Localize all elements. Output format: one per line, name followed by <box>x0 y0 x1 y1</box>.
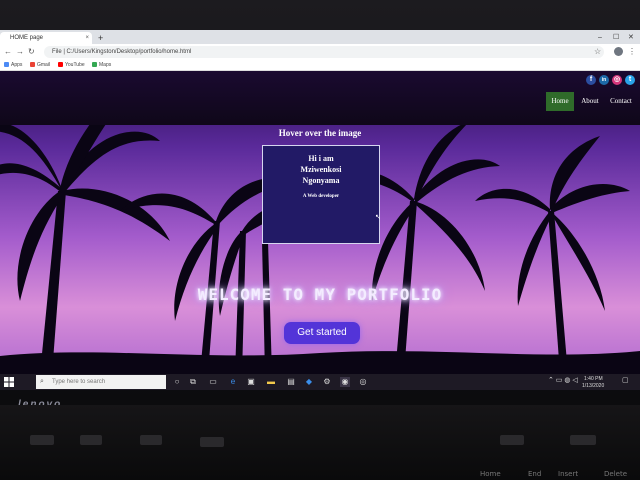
browser-tab[interactable]: HOME page × <box>0 32 92 44</box>
gmail-icon <box>30 62 35 68</box>
address-bar: ← → ↻ File | C:/Users/Kingston/Desktop/p… <box>0 44 640 60</box>
cortana-icon[interactable]: ○ <box>172 377 182 387</box>
key-end: End <box>528 470 542 478</box>
twitter-icon[interactable]: t <box>625 75 635 85</box>
instagram-icon[interactable]: ◎ <box>612 75 622 85</box>
app3-icon[interactable]: ◎ <box>358 377 368 387</box>
search-icon: ⌕ <box>40 378 44 385</box>
linkedin-icon[interactable]: in <box>599 75 609 85</box>
keyboard <box>0 405 640 480</box>
settings-icon[interactable]: ⚙ <box>322 377 332 387</box>
forward-icon[interactable]: → <box>16 46 24 58</box>
search-placeholder: Type here to search <box>52 379 106 385</box>
card-role: A Web developer <box>302 194 340 199</box>
windows-start-icon[interactable] <box>4 377 14 387</box>
key-insert: Insert <box>558 470 579 478</box>
reload-icon[interactable]: ↻ <box>28 46 35 58</box>
header-strip <box>0 71 640 125</box>
get-started-button[interactable]: Get started <box>284 322 360 344</box>
notification-icon[interactable]: ▢ <box>622 377 629 384</box>
file-explorer-icon[interactable]: ▬ <box>266 377 276 387</box>
tab-title: HOME page <box>10 35 44 41</box>
nav-about[interactable]: About <box>576 92 604 111</box>
profile-card[interactable]: Hi i am Mziwenkosi Ngonyama A Web develo… <box>262 145 381 244</box>
back-icon[interactable]: ← <box>4 46 12 58</box>
tab-bar: HOME page × + – ☐ ✕ <box>0 30 640 44</box>
app-icon[interactable]: ▭ <box>208 377 218 387</box>
nav-home[interactable]: Home <box>546 92 574 111</box>
close-window-icon[interactable]: ✕ <box>628 32 634 44</box>
profile-avatar[interactable] <box>614 47 623 56</box>
task-view-icon[interactable]: ⧉ <box>188 377 198 387</box>
bookmark-maps[interactable]: Maps <box>92 60 111 70</box>
card-greeting: Hi i am <box>308 154 334 163</box>
edge-icon[interactable]: e <box>228 377 238 387</box>
bookmark-youtube[interactable]: YouTube <box>58 60 85 70</box>
minimize-icon[interactable]: – <box>598 32 602 44</box>
hover-instruction: Hover over the image <box>278 128 362 138</box>
card-first-name: Mziwenkosi <box>300 165 342 174</box>
mouse-cursor-icon: ↖ <box>375 214 381 221</box>
bookmark-gmail[interactable]: Gmail <box>30 60 50 70</box>
taskbar-search-input[interactable]: ⌕ Type here to search <box>36 375 166 389</box>
taskbar: ⌕ Type here to search ○ ⧉ ▭ e ▣ ▬ ▤ ◆ ⚙ … <box>0 374 640 390</box>
vscode-icon[interactable]: ◆ <box>304 377 314 387</box>
new-tab-button[interactable]: + <box>98 32 103 44</box>
store-icon[interactable]: ▣ <box>246 377 256 387</box>
youtube-icon <box>58 62 63 68</box>
tray-icons[interactable]: ⌃ ▭ ◍ ◁ <box>548 377 578 384</box>
bookmark-star-icon[interactable]: ☆ <box>594 46 601 58</box>
facebook-icon[interactable]: f <box>586 75 596 85</box>
apps-icon <box>4 62 9 68</box>
nav-contact[interactable]: Contact <box>606 92 636 111</box>
bookmarks-bar: Apps Gmail YouTube Maps <box>0 60 640 71</box>
key-home: Home <box>480 470 501 478</box>
welcome-heading: WELCOME TO MY PORTFOLIO <box>197 285 443 304</box>
menu-icon[interactable]: ⋮ <box>628 46 636 58</box>
clock-time[interactable]: 1:40 PM <box>584 376 603 382</box>
tab-close-icon[interactable]: × <box>85 32 89 44</box>
maximize-icon[interactable]: ☐ <box>613 32 619 44</box>
app2-icon[interactable]: ▤ <box>286 377 296 387</box>
chrome-icon[interactable]: ◉ <box>340 377 350 387</box>
clock-date[interactable]: 1/13/2020 <box>582 383 604 389</box>
maps-icon <box>92 62 97 68</box>
portfolio-page: f in ◎ t Home About Contact Hover over t… <box>0 71 640 374</box>
key-delete: Delete <box>604 470 627 478</box>
card-last-name: Ngonyama <box>302 176 340 185</box>
bookmark-apps[interactable]: Apps <box>4 60 22 70</box>
screen: HOME page × + – ☐ ✕ ← → ↻ File | C:/User… <box>0 30 640 390</box>
url-field[interactable]: File | C:/Users/Kingston/Desktop/portfol… <box>44 46 604 58</box>
